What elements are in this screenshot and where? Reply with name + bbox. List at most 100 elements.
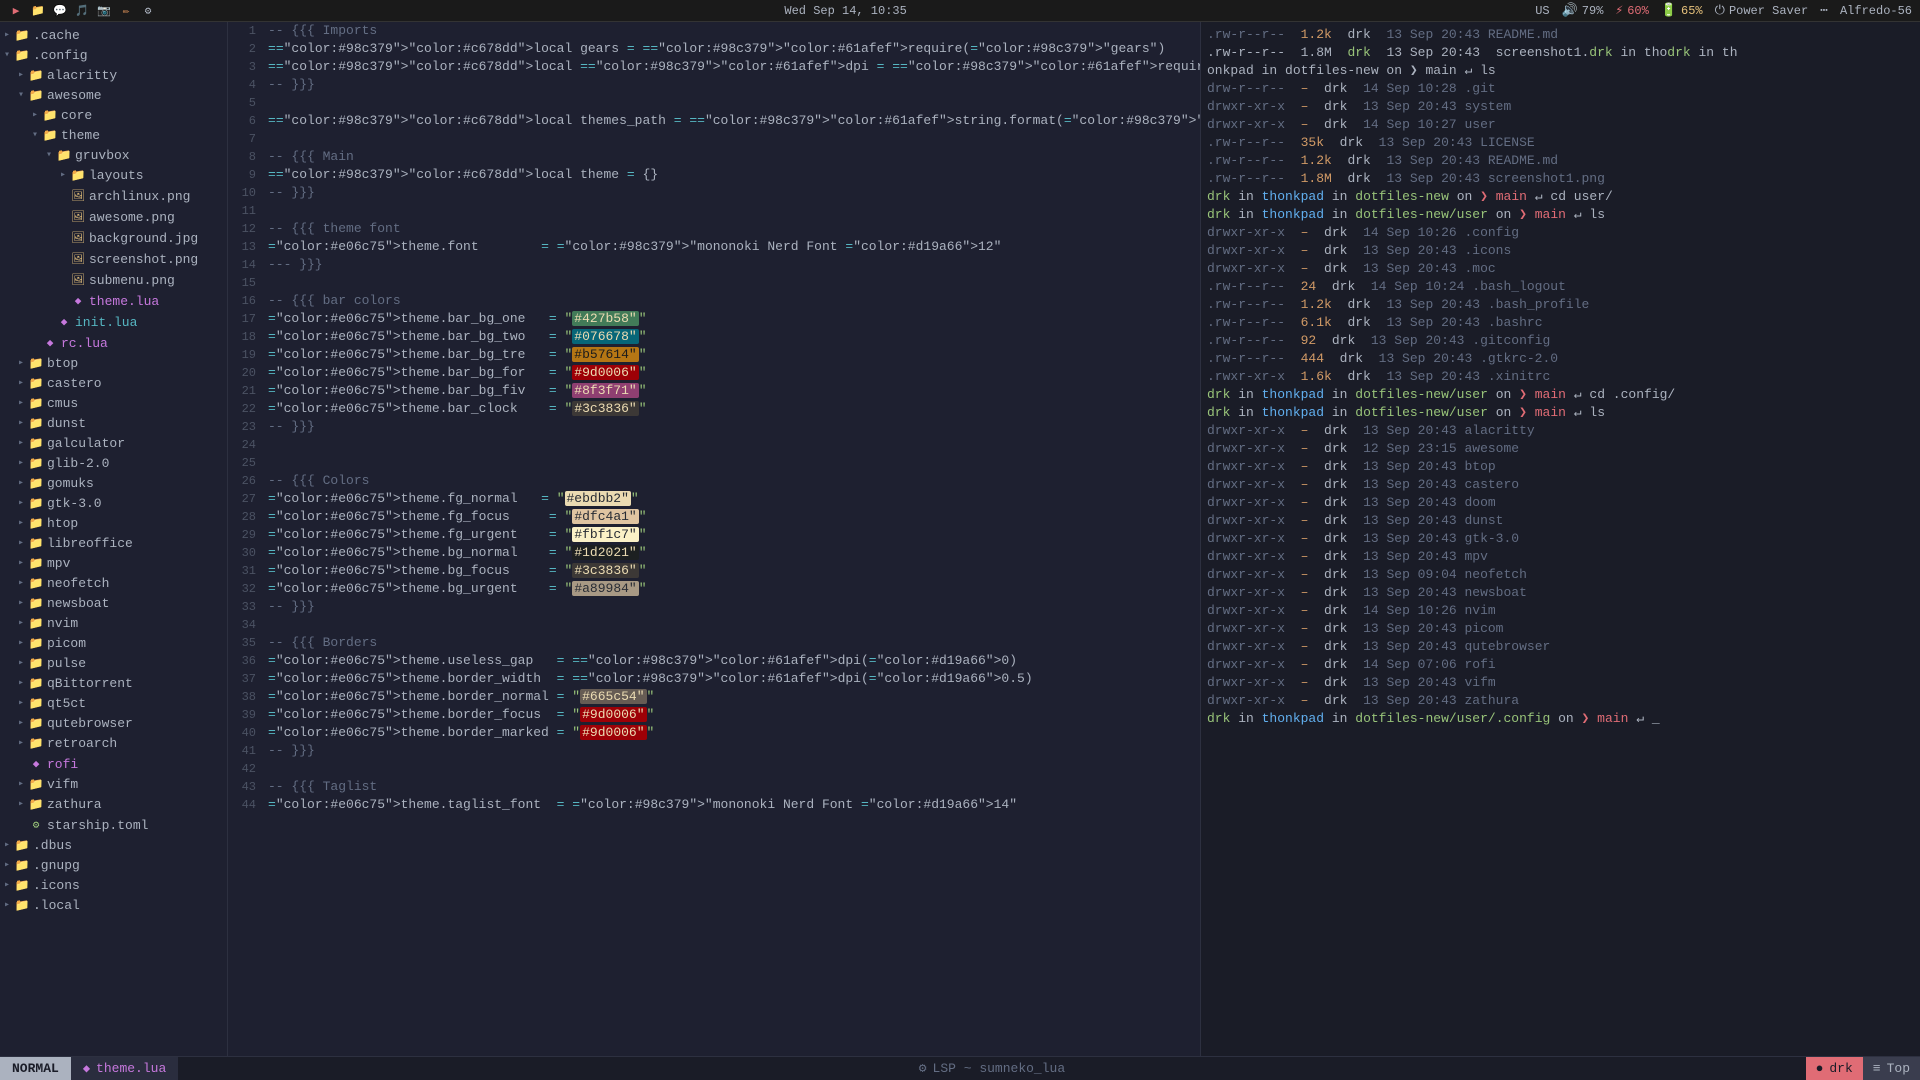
line-number: 28 bbox=[232, 508, 268, 526]
tree-label-awesome: awesome bbox=[47, 87, 102, 105]
tree-label-local: .local bbox=[33, 897, 80, 915]
tree-item-nvim[interactable]: ▸📁nvim bbox=[0, 614, 227, 634]
tree-item-layouts[interactable]: ▸📁layouts bbox=[0, 166, 227, 186]
tree-item-init-lua[interactable]: ◆init.lua bbox=[0, 312, 227, 333]
folder-icon: 📁 bbox=[29, 537, 44, 551]
tree-item-btop[interactable]: ▸📁btop bbox=[0, 354, 227, 374]
tree-item-core[interactable]: ▸📁core bbox=[0, 106, 227, 126]
tree-label-vifm: vifm bbox=[47, 776, 78, 794]
line-content: =="color:#98c379">"color:#c678dd">local … bbox=[268, 112, 1200, 130]
tree-item-mpv[interactable]: ▸📁mpv bbox=[0, 554, 227, 574]
topbar-icon-6[interactable]: ⚙ bbox=[140, 3, 156, 19]
terminal-panel[interactable]: .rw-r--r-- 1.2k drk 13 Sep 20:43 README.… bbox=[1200, 22, 1920, 1056]
code-line-11: 11 bbox=[228, 202, 1200, 220]
code-editor[interactable]: 1-- {{{ Imports2=="color:#98c379">"color… bbox=[228, 22, 1200, 1056]
tree-item-neofetch[interactable]: ▸📁neofetch bbox=[0, 574, 227, 594]
tree-item-background[interactable]: 🖼background.jpg bbox=[0, 228, 227, 249]
tree-item-castero[interactable]: ▸📁castero bbox=[0, 374, 227, 394]
tree-label-gtk-3.0: gtk-3.0 bbox=[47, 495, 102, 513]
tree-item-config[interactable]: ▾📁.config bbox=[0, 46, 227, 66]
tree-item-awesome[interactable]: ▾📁awesome bbox=[0, 86, 227, 106]
topbar-icon-4[interactable]: 📷 bbox=[96, 3, 112, 19]
sb-tag-user: ● drk bbox=[1806, 1057, 1863, 1080]
tree-item-dunst[interactable]: ▸📁dunst bbox=[0, 414, 227, 434]
tree-label-mpv: mpv bbox=[47, 555, 70, 573]
tree-item-cache[interactable]: ▸📁.cache bbox=[0, 26, 227, 46]
tree-item-screenshot[interactable]: 🖼screenshot.png bbox=[0, 249, 227, 270]
tree-item-awesome-png[interactable]: 🖼awesome.png bbox=[0, 207, 227, 228]
line-content: ="color:#e06c75">theme.bar_clock = "#3c3… bbox=[268, 400, 1196, 418]
line-content: ="color:#e06c75">theme.bg_normal = "#1d2… bbox=[268, 544, 1196, 562]
code-line-23: 23-- }}} bbox=[228, 418, 1200, 436]
topbar-icon-5[interactable]: ✏ bbox=[118, 3, 134, 19]
tree-item-rofi[interactable]: ◆rofi bbox=[0, 754, 227, 775]
code-line-21: 21="color:#e06c75">theme.bar_bg_fiv = "#… bbox=[228, 382, 1200, 400]
tree-item-vifm[interactable]: ▸📁vifm bbox=[0, 775, 227, 795]
tree-item-gomuks[interactable]: ▸📁gomuks bbox=[0, 474, 227, 494]
tree-item-zathura[interactable]: ▸📁zathura bbox=[0, 795, 227, 815]
tree-item-qBittorrent[interactable]: ▸📁qBittorrent bbox=[0, 674, 227, 694]
folder-icon: 📁 bbox=[29, 69, 44, 83]
tree-item-starship[interactable]: ⚙starship.toml bbox=[0, 815, 227, 836]
tree-item-cmus[interactable]: ▸📁cmus bbox=[0, 394, 227, 414]
tree-item-archlinux[interactable]: 🖼archlinux.png bbox=[0, 186, 227, 207]
tree-item-glib-2.0[interactable]: ▸📁glib-2.0 bbox=[0, 454, 227, 474]
topbar-volume: 🔊 79% bbox=[1562, 3, 1604, 18]
tree-item-htop[interactable]: ▸📁htop bbox=[0, 514, 227, 534]
folder-icon: 📁 bbox=[29, 517, 44, 531]
terminal-line: drwxr-xr-x – drk 13 Sep 20:43 picom bbox=[1207, 620, 1914, 638]
folder-icon: 📁 bbox=[29, 657, 44, 671]
tree-item-picom[interactable]: ▸📁picom bbox=[0, 634, 227, 654]
folder-icon: 📁 bbox=[57, 149, 72, 163]
tree-item-retroarch[interactable]: ▸📁retroarch bbox=[0, 734, 227, 754]
topbar-power: ⏻ Power Saver bbox=[1715, 3, 1809, 18]
topbar-left: ▶ 📁 💬 🎵 📷 ✏ ⚙ bbox=[8, 3, 156, 19]
code-line-42: 42 bbox=[228, 760, 1200, 778]
line-content: ="color:#e06c75">theme.useless_gap = =="… bbox=[268, 652, 1196, 670]
terminal-line: drwxr-xr-x – drk 13 Sep 20:43 gtk-3.0 bbox=[1207, 530, 1914, 548]
tree-item-qutebrowser[interactable]: ▸📁qutebrowser bbox=[0, 714, 227, 734]
tree-item-theme[interactable]: ▾📁theme bbox=[0, 126, 227, 146]
folder-icon: 📁 bbox=[29, 597, 44, 611]
terminal-line: drwxr-xr-x – drk 13 Sep 20:43 dunst bbox=[1207, 512, 1914, 530]
topbar-icon-3[interactable]: 🎵 bbox=[74, 3, 90, 19]
tree-item-rc-lua[interactable]: ◆rc.lua bbox=[0, 333, 227, 354]
folder-icon: 📁 bbox=[15, 29, 30, 43]
terminal-line: .rw-r--r-- 444 drk 13 Sep 20:43 .gtkrc-2… bbox=[1207, 350, 1914, 368]
terminal-line: .rw-r--r-- 1.8M drk 13 Sep 20:43 screens… bbox=[1207, 44, 1914, 62]
tree-item-galculator[interactable]: ▸📁galculator bbox=[0, 434, 227, 454]
tree-item-pulse[interactable]: ▸📁pulse bbox=[0, 654, 227, 674]
tree-item-gtk-3.0[interactable]: ▸📁gtk-3.0 bbox=[0, 494, 227, 514]
tree-item-gnupg[interactable]: ▸📁.gnupg bbox=[0, 856, 227, 876]
line-content: ="color:#e06c75">theme.fg_focus = "#dfc4… bbox=[268, 508, 1196, 526]
code-line-9: 9=="color:#98c379">"color:#c678dd">local… bbox=[228, 166, 1200, 184]
tree-item-gruvbox[interactable]: ▾📁gruvbox bbox=[0, 146, 227, 166]
topbar-icon-2[interactable]: 💬 bbox=[52, 3, 68, 19]
tree-item-newsboat[interactable]: ▸📁newsboat bbox=[0, 594, 227, 614]
line-number: 43 bbox=[232, 778, 268, 796]
tree-item-dbus[interactable]: ▸📁.dbus bbox=[0, 836, 227, 856]
tree-item-qt5ct[interactable]: ▸📁qt5ct bbox=[0, 694, 227, 714]
code-line-1: 1-- {{{ Imports bbox=[228, 22, 1200, 40]
editor-area: 1-- {{{ Imports2=="color:#98c379">"color… bbox=[228, 22, 1200, 1056]
tree-item-icons[interactable]: ▸📁.icons bbox=[0, 876, 227, 896]
tree-item-alacritty[interactable]: ▸📁alacritty bbox=[0, 66, 227, 86]
folder-icon: 📁 bbox=[15, 859, 30, 873]
topbar-icon-1[interactable]: 📁 bbox=[30, 3, 46, 19]
tree-item-theme-lua[interactable]: ◆theme.lua bbox=[0, 291, 227, 312]
code-line-29: 29="color:#e06c75">theme.fg_urgent = "#f… bbox=[228, 526, 1200, 544]
tree-item-submenu[interactable]: 🖼submenu.png bbox=[0, 270, 227, 291]
tree-item-libreoffice[interactable]: ▸📁libreoffice bbox=[0, 534, 227, 554]
folder-icon: 📁 bbox=[29, 778, 44, 792]
terminal-line: drk in thonkpad in dotfiles-new on ❯ mai… bbox=[1207, 188, 1914, 206]
line-number: 24 bbox=[232, 436, 268, 454]
sb-filename: theme.lua bbox=[96, 1061, 166, 1076]
toml-icon: ⚙ bbox=[33, 820, 40, 832]
file-tree[interactable]: ▸📁.cache▾📁.config▸📁alacritty▾📁awesome▸📁c… bbox=[0, 22, 228, 1056]
code-line-15: 15 bbox=[228, 274, 1200, 292]
code-line-2: 2=="color:#98c379">"color:#c678dd">local… bbox=[228, 40, 1200, 58]
topbar-icon-0[interactable]: ▶ bbox=[8, 3, 24, 19]
tree-item-local[interactable]: ▸📁.local bbox=[0, 896, 227, 916]
line-content: ="color:#e06c75">theme.bar_bg_fiv = "#8f… bbox=[268, 382, 1196, 400]
terminal-line: .rw-r--r-- 1.2k drk 13 Sep 20:43 README.… bbox=[1207, 152, 1914, 170]
